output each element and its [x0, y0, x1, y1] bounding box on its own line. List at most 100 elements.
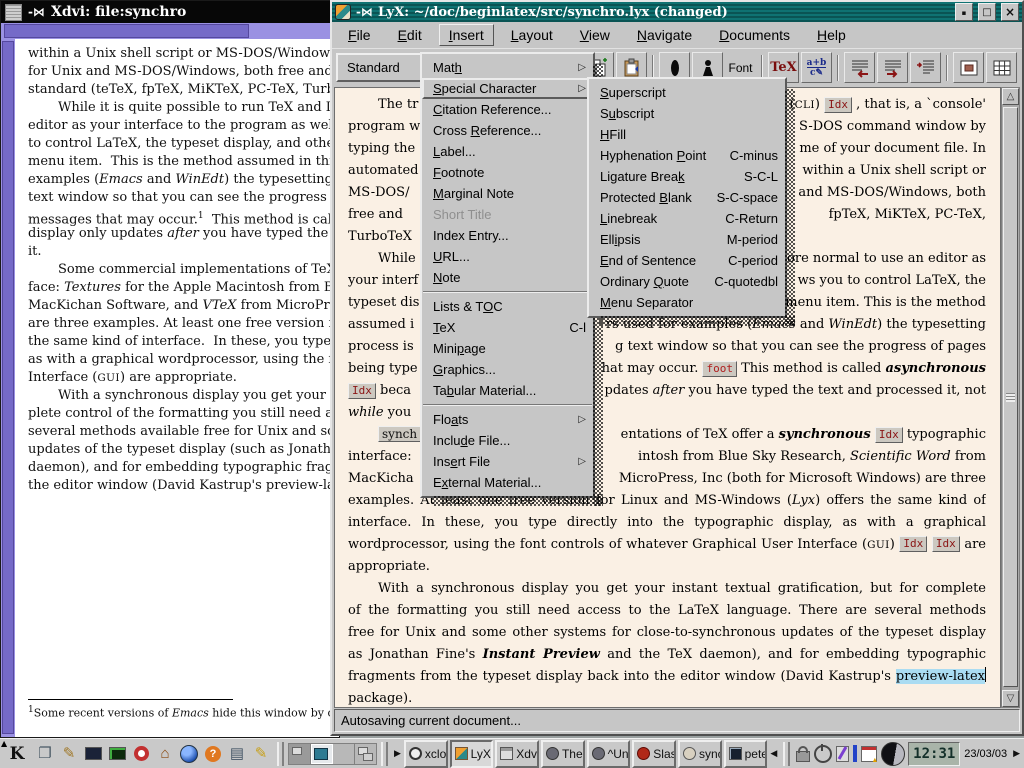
maximize-button[interactable] — [978, 3, 996, 21]
menu-item-marginal-note[interactable]: Marginal Note — [422, 183, 593, 204]
launcher-home-icon[interactable]: ⌂ — [153, 741, 177, 767]
idx-inset-button[interactable]: Idx — [875, 427, 903, 443]
launcher-kde-help-icon[interactable]: ? — [201, 741, 225, 767]
logout-power-icon[interactable] — [814, 745, 832, 763]
date-display[interactable]: 23/03/03 — [964, 748, 1007, 760]
moon-phase-icon[interactable] — [881, 742, 905, 766]
minimize-button[interactable] — [955, 3, 973, 21]
depth-increase-button[interactable] — [877, 52, 908, 83]
task-scroll-left-icon[interactable]: ◀ — [770, 748, 777, 759]
menu-file[interactable]: File — [338, 24, 381, 46]
pager-desktop-2[interactable] — [311, 744, 333, 764]
xdvi-horizontal-scrollbar[interactable] — [1, 23, 339, 39]
launcher-clipboard-icon[interactable]: ✎ — [57, 741, 81, 767]
footnote-inset-button[interactable]: foot — [702, 361, 737, 377]
menu-item-special-character[interactable]: Special Character▷ — [422, 78, 593, 99]
pager-desktop-3[interactable] — [333, 744, 355, 764]
panel-handle[interactable] — [277, 742, 284, 766]
lock-screen-icon[interactable] — [796, 751, 810, 762]
xdvi-titlebar[interactable]: Xdvi: file:synchro — [1, 1, 339, 23]
menu-item-minipage[interactable]: Minipage — [422, 338, 593, 359]
menu-item-subscript[interactable]: Subscript — [589, 103, 785, 124]
launcher-documents-icon[interactable]: ▤ — [225, 741, 249, 767]
lyx-scrollbar-thumb[interactable] — [1003, 107, 1018, 687]
launcher-terminal-icon[interactable] — [105, 741, 129, 767]
menu-item-cross-reference[interactable]: Cross Reference... — [422, 120, 593, 141]
menu-documents[interactable]: Documents — [709, 24, 800, 46]
menu-layout[interactable]: Layout — [501, 24, 563, 46]
synch-inset-button[interactable]: synch — [378, 426, 421, 442]
menu-item-menu-separator[interactable]: Menu Separator — [589, 292, 785, 313]
menu-item-note[interactable]: Note — [422, 267, 593, 288]
menu-item-tabular-material[interactable]: Tabular Material... — [422, 380, 593, 401]
desktop-pager[interactable] — [288, 743, 377, 765]
menu-edit[interactable]: Edit — [388, 24, 432, 46]
idx-inset-button[interactable]: Idx — [348, 383, 376, 399]
taskbar-task-unti[interactable]: ^Unti — [587, 740, 631, 768]
menu-item-external-material[interactable]: External Material... — [422, 472, 593, 493]
launcher-browser-icon[interactable] — [177, 741, 201, 767]
menu-item-label[interactable]: Label... — [422, 141, 593, 162]
k-menu-button[interactable]: K — [2, 741, 32, 767]
menu-item-math[interactable]: Math▷ — [422, 57, 593, 78]
idx-inset-button[interactable]: Idx — [932, 536, 960, 552]
insert-figure-button[interactable] — [953, 52, 984, 83]
pager-desktop-4[interactable] — [355, 744, 376, 764]
menu-item-ordinary-quote[interactable]: Ordinary QuoteC-quotedbl — [589, 271, 785, 292]
menu-item-graphics[interactable]: Graphics... — [422, 359, 593, 380]
menu-item-floats[interactable]: Floats▷ — [422, 409, 593, 430]
panel-handle[interactable] — [381, 742, 388, 766]
menu-item-index-entry[interactable]: Index Entry... — [422, 225, 593, 246]
depth-decrease-button[interactable] — [844, 52, 875, 83]
menu-insert[interactable]: Insert — [439, 24, 494, 46]
lyx-titlebar[interactable]: LyX: ~/doc/beginlatex/src/synchro.lyx (c… — [332, 2, 1022, 22]
menu-item-hyphenation-point[interactable]: Hyphenation PointC-minus — [589, 145, 785, 166]
taskbar-task-the-c[interactable]: The C — [541, 740, 585, 768]
idx-inset-button[interactable]: Idx — [824, 97, 852, 113]
taskbar-task-sync[interactable]: sync — [678, 740, 722, 768]
menu-item-citation-reference[interactable]: Citation Reference... — [422, 99, 593, 120]
menu-item-include-file[interactable]: Include File... — [422, 430, 593, 451]
klipper-clipboard-icon[interactable] — [836, 746, 849, 762]
xdvi-vertical-scrollbar[interactable] — [1, 39, 15, 737]
taskbar-task-xclock[interactable]: xclock — [404, 740, 448, 768]
panel-handle[interactable] — [783, 742, 790, 766]
menu-item-ligature-break[interactable]: Ligature BreakS-C-L — [589, 166, 785, 187]
indent-paragraph-button[interactable] — [910, 52, 941, 83]
menu-help[interactable]: Help — [807, 24, 856, 46]
idx-inset-button[interactable]: Idx — [899, 536, 927, 552]
xdvi-vscroll-thumb[interactable] — [2, 41, 14, 734]
menu-item-url[interactable]: URL... — [422, 246, 593, 267]
taskbar-task-xdvi[interactable]: Xdvi: — [495, 740, 539, 768]
launcher-help-icon[interactable] — [129, 741, 153, 767]
launcher-monitor-icon[interactable] — [81, 741, 105, 767]
menu-item-lists-toc[interactable]: Lists & TOC — [422, 296, 593, 317]
menu-item-superscript[interactable]: Superscript — [589, 82, 785, 103]
menu-item-ellipsis[interactable]: EllipsisM-period — [589, 229, 785, 250]
launcher-window-list-icon[interactable]: ❐ — [33, 741, 57, 767]
math-panel-button[interactable]: a+bc✎ — [801, 52, 832, 83]
lcd-clock[interactable]: 12:31 — [908, 742, 960, 766]
menu-navigate[interactable]: Navigate — [627, 24, 702, 46]
menu-item-hfill[interactable]: HFill — [589, 124, 785, 145]
launcher-editor-icon[interactable]: ✎ — [249, 741, 273, 767]
pager-desktop-1[interactable] — [289, 744, 311, 764]
menu-item-linebreak[interactable]: LinebreakC-Return — [589, 208, 785, 229]
window-pin-icon[interactable] — [28, 4, 45, 20]
close-button[interactable] — [1001, 3, 1019, 21]
menu-item-insert-file[interactable]: Insert File▷ — [422, 451, 593, 472]
menu-item-protected-blank[interactable]: Protected BlankS-C-space — [589, 187, 785, 208]
scroll-up-arrow-icon[interactable]: △ — [1002, 88, 1019, 105]
expand-arrow-icon[interactable]: ▶ — [394, 748, 401, 759]
taskbar-task-pete[interactable]: pete — [724, 740, 768, 768]
menu-view[interactable]: View — [570, 24, 620, 46]
menu-item-end-of-sentence[interactable]: End of SentenceC-period — [589, 250, 785, 271]
applet-bar-icon[interactable] — [853, 745, 857, 762]
window-pin-icon[interactable] — [356, 5, 373, 20]
lyx-vertical-scrollbar[interactable]: △ ▽ — [1001, 87, 1020, 708]
panel-hide-arrow-icon[interactable]: ▶ — [1013, 748, 1020, 759]
menu-item-tex[interactable]: TeXC-l — [422, 317, 593, 338]
taskbar-task-slas[interactable]: Slas — [632, 740, 676, 768]
taskbar-task-lyx[interactable]: LyX: — [450, 740, 494, 768]
insert-table-button[interactable] — [986, 52, 1017, 83]
